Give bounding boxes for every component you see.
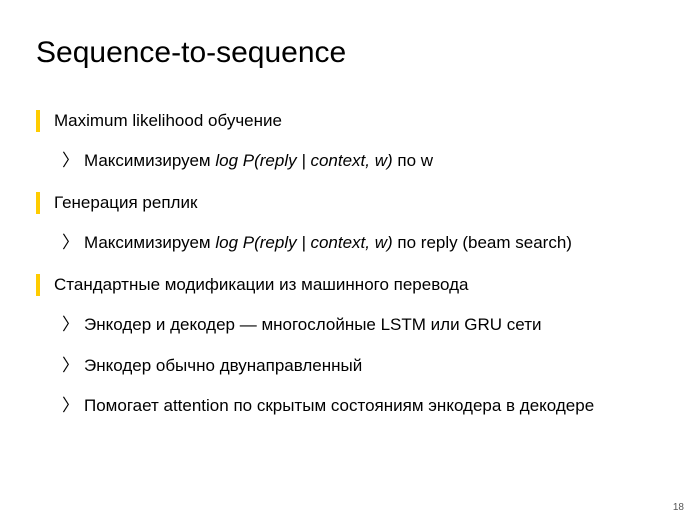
list-item: Maximum likelihood обучение 〉 Максимизир… — [36, 110, 664, 172]
bullet-bar-icon — [36, 110, 40, 132]
list-item: Генерация реплик 〉 Максимизируем log P(r… — [36, 192, 664, 254]
sub-item: 〉 Помогает attention по скрытым состояни… — [54, 395, 664, 417]
page-number: 18 — [673, 502, 684, 513]
bullet-bar-icon — [36, 192, 40, 214]
sub-list: 〉 Максимизируем log P(reply | context, w… — [54, 150, 664, 172]
sub-suffix: по w — [393, 151, 433, 170]
sub-list: 〉 Максимизируем log P(reply | context, w… — [54, 232, 664, 254]
angle-icon: 〉 — [62, 355, 79, 377]
angle-icon: 〉 — [62, 232, 79, 254]
bullet-list: Maximum likelihood обучение 〉 Максимизир… — [36, 110, 664, 417]
sub-item-text: Энкодер и декодер — многослойные LSTM ил… — [84, 315, 541, 334]
item-label: Стандартные модификации из машинного пер… — [54, 275, 469, 294]
sub-item: 〉 Максимизируем log P(reply | context, w… — [54, 150, 664, 172]
sub-prefix: Максимизируем — [84, 233, 215, 252]
slide: Sequence-to-sequence Maximum likelihood … — [0, 0, 700, 525]
sub-list: 〉 Энкодер и декодер — многослойные LSTM … — [54, 314, 664, 416]
sub-item-text: Энкодер обычно двунаправленный — [84, 356, 362, 375]
angle-icon: 〉 — [62, 150, 79, 172]
sub-suffix: по reply (beam search) — [393, 233, 572, 252]
item-label: Maximum likelihood обучение — [54, 111, 282, 130]
sub-prefix: Максимизируем — [84, 151, 215, 170]
sub-item-text: Максимизируем log P(reply | context, w) … — [84, 151, 433, 170]
angle-icon: 〉 — [62, 395, 79, 417]
angle-icon: 〉 — [62, 314, 79, 336]
sub-item-text: Помогает attention по скрытым состояниям… — [84, 396, 594, 415]
sub-item: 〉 Энкодер обычно двунаправленный — [54, 355, 664, 377]
slide-title: Sequence-to-sequence — [36, 36, 664, 70]
bullet-bar-icon — [36, 274, 40, 296]
sub-formula: log P(reply | context, w) — [215, 151, 392, 170]
item-label: Генерация реплик — [54, 193, 197, 212]
sub-item: 〉 Энкодер и декодер — многослойные LSTM … — [54, 314, 664, 336]
list-item: Стандартные модификации из машинного пер… — [36, 274, 664, 416]
sub-item: 〉 Максимизируем log P(reply | context, w… — [54, 232, 664, 254]
sub-item-text: Максимизируем log P(reply | context, w) … — [84, 233, 572, 252]
sub-formula: log P(reply | context, w) — [215, 233, 392, 252]
